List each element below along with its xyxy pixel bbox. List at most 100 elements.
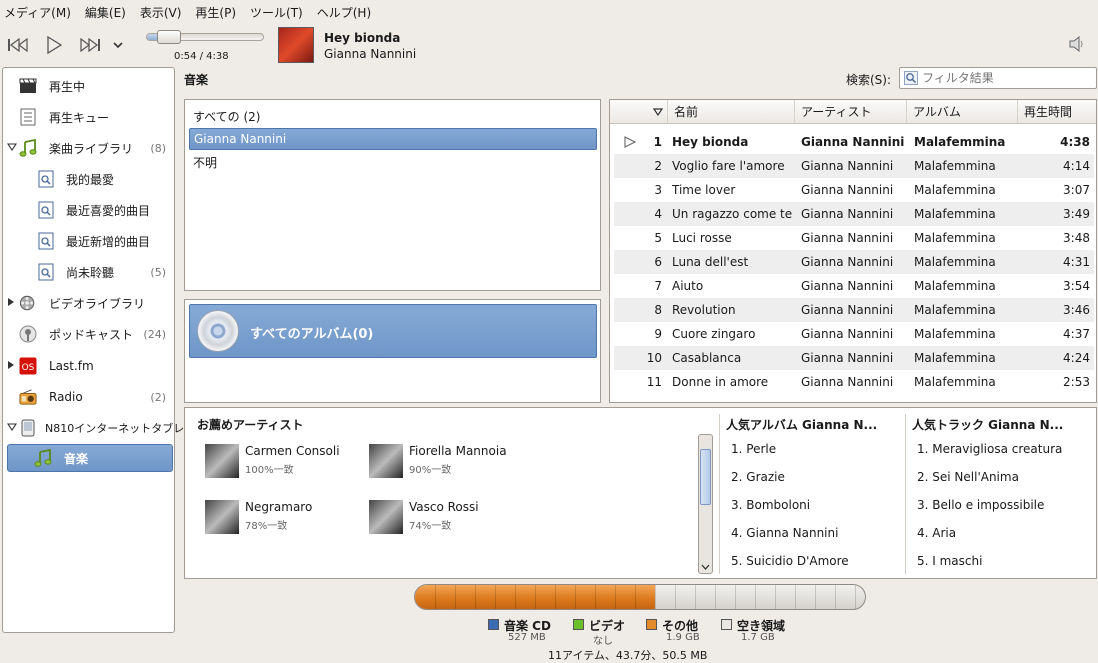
- scrollbar-thumb[interactable]: [700, 449, 711, 505]
- track-name: Aiuto: [672, 279, 704, 293]
- sidebar-item[interactable]: OS Last.fm: [3, 352, 174, 380]
- bar-segment-divider: [795, 585, 796, 609]
- bar-segment-divider: [855, 585, 856, 609]
- sidebar-item[interactable]: 再生キュー: [3, 103, 174, 131]
- sidebar-item[interactable]: 最近新增的曲目: [3, 227, 174, 255]
- sidebar-item-label: 最近喜愛的曲目: [66, 203, 151, 218]
- track-row[interactable]: 10 Casablanca Gianna Nannini Malafemmina 4:2…: [614, 346, 1094, 370]
- repeat-menu-button[interactable]: [108, 34, 128, 56]
- column-header-artist[interactable]: アーティスト: [795, 100, 907, 124]
- top-album-item[interactable]: 3. Bomboloni: [731, 498, 810, 512]
- top-album-item[interactable]: 5. Suicidio D'Amore: [731, 554, 849, 568]
- top-track-item[interactable]: 3. Bello e impossibile: [917, 498, 1044, 512]
- collapsed-arrow-icon[interactable]: [7, 360, 15, 373]
- track-row[interactable]: 11 Donne in amore Gianna Nannini Malafemmin…: [614, 370, 1094, 394]
- legend-size: 527 MB: [508, 632, 546, 643]
- next-button[interactable]: [77, 34, 103, 56]
- sidebar-item-label: N810インターネットタブレット: [45, 422, 207, 435]
- column-header-duration[interactable]: 再生時間: [1018, 100, 1096, 124]
- seek-slider[interactable]: [146, 30, 264, 44]
- sidebar-item[interactable]: 尚未聆聽 (5): [3, 258, 174, 286]
- play-icon: [47, 36, 62, 54]
- track-name: Casablanca: [672, 351, 742, 365]
- play-button[interactable]: [41, 34, 67, 56]
- track-duration: 4:37: [1063, 327, 1090, 341]
- track-row[interactable]: 9 Cuore zingaro Gianna Nannini Malafemmina 4…: [614, 322, 1094, 346]
- top-track-item[interactable]: 4. Aria: [917, 526, 956, 540]
- now-playing-title: Hey bionda: [324, 31, 401, 45]
- menu-tools[interactable]: ツール(T): [250, 4, 303, 21]
- lastfm-icon: OS: [19, 357, 37, 375]
- track-row[interactable]: 2 Voglio fare l'amore Gianna Nannini Malafe…: [614, 154, 1094, 178]
- top-track-item[interactable]: 1. Meravigliosa creatura: [917, 442, 1062, 456]
- scroll-down-icon[interactable]: [701, 563, 710, 571]
- speaker-icon: [1069, 35, 1083, 53]
- track-row[interactable]: 7 Aiuto Gianna Nannini Malafemmina 3:54: [614, 274, 1094, 298]
- track-number: 6: [654, 255, 662, 269]
- track-row[interactable]: 4 Un ragazzo come te Gianna Nannini Malafem…: [614, 202, 1094, 226]
- chevron-down-icon: [113, 42, 123, 49]
- bar-segment-divider: [635, 585, 636, 609]
- sidebar-item[interactable]: 再生中: [3, 72, 174, 100]
- track-row[interactable]: 1 Hey bionda Gianna Nannini Malafemmina 4:38: [614, 130, 1094, 154]
- seek-knob[interactable]: [157, 30, 182, 44]
- sidebar-item[interactable]: 我的最愛: [3, 165, 174, 193]
- top-album-item[interactable]: 1. Perle: [731, 442, 776, 456]
- expanded-arrow-icon[interactable]: [6, 422, 18, 434]
- sidebar-item[interactable]: 楽曲ライブラリ (8): [3, 134, 174, 162]
- legend-size: なし: [593, 636, 613, 647]
- album-row-all[interactable]: すべてのアルバム(0): [189, 304, 597, 358]
- recommendations-scrollbar[interactable]: [698, 434, 713, 574]
- column-header-album[interactable]: アルバム: [907, 100, 1018, 124]
- artist-row-all[interactable]: すべての (2): [189, 105, 597, 127]
- top-track-item[interactable]: 5. I maschi: [917, 554, 982, 568]
- track-row[interactable]: 5 Luci rosse Gianna Nannini Malafemmina 3:48: [614, 226, 1094, 250]
- bar-segment-divider: [495, 585, 496, 609]
- track-number: 10: [646, 351, 662, 365]
- volume-button[interactable]: [1068, 35, 1086, 55]
- menu-media[interactable]: メディア(M): [4, 4, 71, 21]
- track-album: Malafemmina: [914, 375, 996, 389]
- top-album-item[interactable]: 2. Grazie: [731, 470, 785, 484]
- track-row[interactable]: 6 Luna dell'est Gianna Nannini Malafemmina 4…: [614, 250, 1094, 274]
- sort-column-header[interactable]: [610, 100, 668, 124]
- sidebar-item[interactable]: 最近喜愛的曲目: [3, 196, 174, 224]
- menu-edit[interactable]: 編集(E): [85, 4, 126, 21]
- sidebar-item-count: (24): [143, 327, 166, 341]
- recommendations-pane: お薦めアーティスト Carmen Consoli 100%一致 Fiorella M…: [184, 407, 1097, 579]
- previous-button[interactable]: [5, 34, 31, 56]
- menu-playback[interactable]: 再生(P): [195, 4, 236, 21]
- menu-view[interactable]: 表示(V): [140, 4, 182, 21]
- sidebar-item[interactable]: N810インターネットタブレット: [3, 414, 206, 442]
- artist-row-selected[interactable]: Gianna Nannini: [189, 128, 597, 150]
- track-number: 11: [646, 375, 662, 389]
- track-album: Malafemmina: [914, 303, 996, 317]
- column-header-name[interactable]: 名前: [668, 100, 795, 124]
- sidebar-item[interactable]: 音楽: [7, 444, 173, 472]
- sidebar-item[interactable]: ビデオライブラリ: [3, 289, 174, 317]
- track-duration: 3:49: [1063, 207, 1090, 221]
- top-album-item[interactable]: 4. Gianna Nannini: [731, 526, 838, 540]
- artist-match: 90%一致: [409, 465, 452, 476]
- track-artist: Gianna Nannini: [801, 327, 894, 341]
- queue-list-icon: [19, 108, 37, 126]
- track-name: Hey bionda: [672, 135, 749, 149]
- top-track-item[interactable]: 2. Sei Nell'Anima: [917, 470, 1019, 484]
- search-input[interactable]: [922, 71, 1092, 85]
- sidebar-item[interactable]: Radio (2): [3, 383, 174, 411]
- album-cover: [278, 27, 314, 63]
- track-artist: Gianna Nannini: [801, 135, 905, 149]
- track-row[interactable]: 3 Time lover Gianna Nannini Malafemmina 3:07: [614, 178, 1094, 202]
- bar-segment-divider: [655, 585, 656, 609]
- top-albums-title: 人気アルバム Gianna N...: [726, 418, 878, 432]
- artist-row-unknown[interactable]: 不明: [189, 151, 597, 173]
- search-field[interactable]: [899, 67, 1097, 89]
- track-artist: Gianna Nannini: [801, 279, 894, 293]
- menu-help[interactable]: ヘルプ(H): [317, 4, 371, 21]
- artist-name: Vasco Rossi: [409, 500, 479, 514]
- collapsed-arrow-icon[interactable]: [7, 297, 15, 310]
- sidebar-item[interactable]: ポッドキャスト (24): [3, 320, 174, 348]
- track-row[interactable]: 8 Revolution Gianna Nannini Malafemmina 3:46: [614, 298, 1094, 322]
- expanded-arrow-icon[interactable]: [6, 142, 18, 154]
- track-name: Un ragazzo come te: [672, 207, 793, 221]
